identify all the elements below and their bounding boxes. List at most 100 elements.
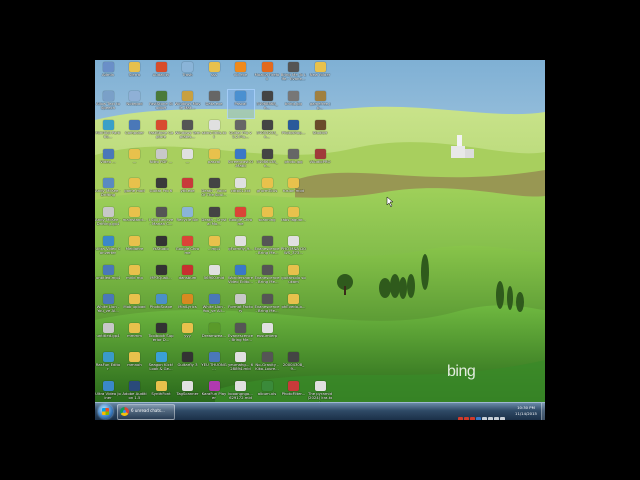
desktop-icon[interactable]: eusumterp bbox=[254, 322, 280, 350]
desktop-icon[interactable]: 34053233_n... bbox=[254, 119, 280, 147]
tray-icon[interactable] bbox=[482, 417, 487, 420]
desktop-icon[interactable]: scanning bbox=[254, 206, 280, 234]
desktop-icon[interactable]: guitarsolo soukam bbox=[281, 264, 307, 292]
desktop-icon[interactable]: No-Gravity - Kiko-Loure... bbox=[254, 351, 280, 379]
desktop-icon[interactable]: White Lion - You_ve All... bbox=[201, 293, 227, 321]
desktop-icon[interactable]: Guitarfly 3 bbox=[175, 351, 201, 379]
desktop-icon[interactable]: Windows Movie Mak... bbox=[175, 90, 201, 118]
desktop-icon[interactable]: Evanescence - Bring Me... bbox=[228, 322, 254, 350]
tray-icon[interactable] bbox=[476, 417, 481, 420]
desktop-icon[interactable]: Guitar Pro 6 bbox=[148, 177, 174, 205]
desktop-icon[interactable]: tabs laguar... bbox=[281, 206, 307, 234]
desktop-icon[interactable]: Evanescence - Bring Me... bbox=[254, 264, 280, 292]
desktop-icon[interactable]: yyy bbox=[175, 322, 201, 350]
desktop-icon[interactable]: Admin bbox=[95, 61, 121, 89]
tray-icon[interactable] bbox=[488, 417, 493, 420]
desktop-icon[interactable]: Google Chrome bbox=[175, 235, 201, 263]
desktop-icon[interactable]: Allow Text to Speech bbox=[95, 90, 121, 118]
desktop-icon[interactable]: Ultra Video Converter bbox=[95, 235, 121, 263]
desktop-icon[interactable]: Notepad bbox=[122, 90, 148, 118]
desktop-icon[interactable]: mvid mp bbox=[122, 264, 148, 292]
desktop-icon[interactable]: Dreamwea... bbox=[201, 322, 227, 350]
desktop-icon[interactable]: Sierra bbox=[122, 61, 148, 89]
desktop-icon[interactable]: I Still Believe - Mariah C... bbox=[148, 206, 174, 234]
desktop-icon[interactable]: Evanescence - Bring Me... bbox=[254, 235, 280, 263]
tray-icon[interactable] bbox=[458, 417, 463, 420]
desktop-icon[interactable]: Audacity bbox=[148, 61, 174, 89]
desktop-icon[interactable]: MiniLyrics bbox=[175, 293, 201, 321]
desktop-icon[interactable]: Andy McKee - Drifting.gp4 bbox=[95, 206, 121, 234]
desktop-icon[interactable]: mainstand... bbox=[122, 206, 148, 234]
start-button[interactable] bbox=[98, 404, 113, 419]
desktop-icon[interactable]: 56900.mid bbox=[201, 264, 227, 292]
desktop-icon[interactable]: photo.jpg bbox=[281, 148, 307, 176]
desktop-icon[interactable]: Guitar Pro v5.2.Plu... bbox=[228, 119, 254, 147]
desktop-icon[interactable]: Toolbook Superior D... bbox=[148, 322, 174, 350]
desktop-icon[interactable]: MP3Quali... bbox=[148, 264, 174, 292]
desktop-icon[interactable]: bring.jpg bbox=[281, 90, 307, 118]
desktop-icon[interactable]: FastStone Capture bbox=[148, 119, 174, 147]
tray-icon[interactable] bbox=[494, 417, 499, 420]
desktop-icon[interactable]: Death - Voice Of The Soul... bbox=[201, 177, 227, 205]
show-desktop-button[interactable] bbox=[541, 403, 545, 420]
taskbar-clock[interactable]: 10:30 PM 11/14/2015 bbox=[511, 405, 541, 416]
desktop-icon[interactable]: PhotoScape bbox=[148, 293, 174, 321]
desktop-icon[interactable]: 34968868_n... bbox=[254, 90, 280, 118]
desktop-icon[interactable]: pascal bbox=[201, 148, 227, 176]
desktop-icon[interactable]: Mob upload bbox=[122, 293, 148, 321]
desktop-icon[interactable]: Pascal bbox=[226, 89, 255, 119]
desktop-icon[interactable]: sss bbox=[201, 61, 227, 89]
desktop-icon[interactable]: gFormToUs bbox=[254, 177, 280, 205]
desktop-icon[interactable]: Death - Crystal Mo... bbox=[201, 206, 227, 234]
desktop-icon[interactable]: PHO M&A DOWS_373... bbox=[281, 235, 307, 263]
desktop-icon[interactable]: ytd.exe bbox=[175, 177, 201, 205]
desktop-icon[interactable]: Nitro PDF ... bbox=[148, 148, 174, 176]
desktop-icon[interactable]: Data.exe bbox=[201, 90, 227, 118]
desktop-icon[interactable]: 34986438_n... bbox=[254, 148, 280, 176]
desktop-icon[interactable]: Evanescence - Bring Me... bbox=[254, 293, 280, 321]
tray-icon[interactable] bbox=[464, 417, 469, 420]
desktop-icon[interactable]: ... bbox=[175, 148, 201, 176]
desktop-icon[interactable]: MiniTool Partitio... bbox=[95, 119, 121, 147]
desktop-icon[interactable]: Video ... bbox=[95, 148, 121, 176]
desktop-icon[interactable]: ...mp4 bbox=[201, 235, 227, 263]
desktop-icon[interactable]: Andy McKee - Drifting bbox=[95, 177, 121, 205]
desktop-icon[interactable]: Mozilla Firefox bbox=[254, 61, 280, 89]
desktop-icon[interactable]: ... bbox=[122, 148, 148, 176]
desktop-icon[interactable]: Studio9 bbox=[307, 119, 333, 147]
desktop-icon[interactable]: mmmm bbox=[122, 322, 148, 350]
desktop-icon[interactable]: VAudioPRO bbox=[307, 148, 333, 176]
desktop-icon[interactable]: vlc.exe bbox=[228, 61, 254, 89]
desktop-icon[interactable]: Format Factory bbox=[228, 293, 254, 321]
desktop-icon[interactable]: gamefree.jp... bbox=[307, 90, 333, 118]
desktop-icon[interactable]: mmnoh bbox=[122, 351, 148, 379]
taskbar-chrome-button[interactable]: 6 unread chats... bbox=[117, 404, 175, 420]
desktop-icon[interactable]: New folder bbox=[307, 61, 333, 89]
desktop-icon[interactable]: Windows Templates... bbox=[175, 119, 201, 147]
desktop-icon[interactable]: RasFun Editor bbox=[95, 351, 121, 379]
desktop-icon[interactable]: untitled.mp4 bbox=[95, 264, 121, 292]
desktop-icon[interactable]: Trash bbox=[175, 61, 201, 89]
desktop-icon[interactable]: Seagon Kick! Look & Ge... bbox=[148, 351, 174, 379]
desktop-icon[interactable]: fusion mod bbox=[281, 177, 307, 205]
tray-icon[interactable] bbox=[500, 417, 505, 420]
desktop-icon[interactable]: skins-links.txt bbox=[201, 119, 227, 147]
desktop-icon[interactable]: 20004308_9... bbox=[281, 351, 307, 379]
desktop-icon[interactable]: Mediafire bbox=[122, 235, 148, 263]
desktop-icon[interactable]: dansbum bbox=[175, 264, 201, 292]
desktop-icon[interactable]: FastStone Studio9 bbox=[148, 90, 174, 118]
desktop-icon[interactable]: Screencast-O-Matic bbox=[228, 148, 254, 176]
desktop-icon[interactable]: cdtp01.txt bbox=[228, 177, 254, 205]
desktop-icon[interactable]: Wondershare Video Edito... bbox=[228, 264, 254, 292]
desktop-icon[interactable]: Computer bbox=[122, 119, 148, 147]
desktop-icon[interactable]: Photoshop... bbox=[281, 119, 307, 147]
desktop-icon[interactable]: yeumahg... 628894.mid bbox=[228, 351, 254, 379]
desktop-icon[interactable]: untitled.gp4 bbox=[95, 322, 121, 350]
desktop-icon[interactable]: YEU THUONG ... bbox=[201, 351, 227, 379]
desktop-icon[interactable]: White Lion - You_ve Al... bbox=[95, 293, 121, 321]
desktop-icon[interactable]: Recycle Bin bbox=[175, 206, 201, 234]
desktop-icon[interactable]: fsStudio bbox=[148, 235, 174, 263]
desktop-icon[interactable]: Google Chrome bbox=[228, 206, 254, 234]
desktop-icon[interactable]: Bring Me To Life - Evane... bbox=[281, 61, 307, 89]
desktop-icon[interactable]: game mod bbox=[122, 177, 148, 205]
